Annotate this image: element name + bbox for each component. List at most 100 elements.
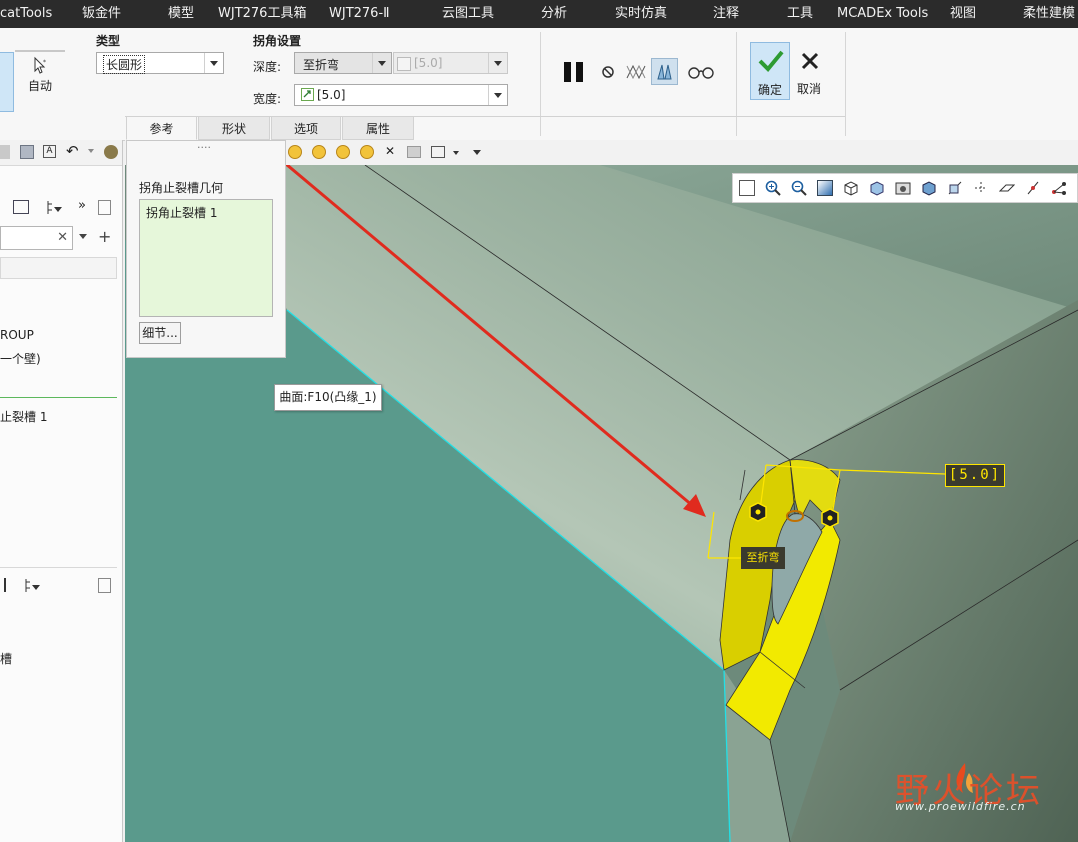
columns-icon[interactable] <box>13 200 29 214</box>
auto-label[interactable]: 自动 <box>28 77 52 94</box>
tab-shape[interactable]: 形状 <box>198 116 270 140</box>
width-value: [5.0] <box>317 88 346 102</box>
cross-links-icon[interactable]: ✕ <box>385 144 395 158</box>
depth-select[interactable]: 至折弯 <box>294 52 392 74</box>
add-icon[interactable]: + <box>98 227 111 246</box>
expand-more-icon[interactable]: » <box>78 198 86 213</box>
menu-wjt276-toolbox[interactable]: WJT276工具箱 <box>218 0 306 28</box>
separator <box>845 32 846 136</box>
menu-bar: catTools 钣金件 模型 WJT276工具箱 WJT276-Ⅱ 云图工具 … <box>0 0 1078 28</box>
save-icon[interactable] <box>20 145 34 159</box>
chevron-down-icon[interactable] <box>204 53 223 73</box>
columns-icon[interactable] <box>0 578 6 592</box>
cursor-icon[interactable]: * <box>30 56 50 76</box>
tree-item-wall[interactable]: 一个壁) <box>0 350 41 367</box>
separator <box>540 32 541 136</box>
checkmark-icon <box>758 50 784 72</box>
separator <box>736 32 737 136</box>
datum-display-icon[interactable] <box>973 180 989 196</box>
menu-annotation[interactable]: 注释 <box>713 0 739 28</box>
panel-drag-handle[interactable]: ···· <box>197 141 211 154</box>
insert-here-line[interactable] <box>0 397 117 398</box>
menu-realtime-sim[interactable]: 实时仿真 <box>615 0 667 28</box>
status-smiley-icon[interactable] <box>288 145 302 159</box>
depth-dimension-tag[interactable]: 至折弯 <box>741 547 785 569</box>
menu-cattools[interactable]: catTools <box>0 0 52 28</box>
depth-dimension-value: [5.0] <box>414 56 443 70</box>
menu-mcadex-tools[interactable]: MCADEx Tools <box>837 0 928 28</box>
menu-flexible-modeling[interactable]: 柔性建模 <box>1023 0 1075 28</box>
tab-references[interactable]: 参考 <box>126 116 197 140</box>
clear-icon[interactable]: ✕ <box>57 230 68 245</box>
display-style-icon[interactable] <box>921 180 937 196</box>
undo-icon[interactable]: ↶ <box>66 142 79 160</box>
zoom-in-icon[interactable] <box>765 180 781 196</box>
open-icon[interactable] <box>0 145 10 159</box>
saved-views-icon[interactable] <box>869 180 885 196</box>
tree-search-input[interactable]: ✕ <box>0 226 73 250</box>
pause-icon[interactable] <box>562 60 586 84</box>
tab-options[interactable]: 选项 <box>271 116 341 140</box>
zoom-out-icon[interactable] <box>791 180 807 196</box>
menu-view[interactable]: 视图 <box>950 0 976 28</box>
camera-icon[interactable] <box>895 180 911 196</box>
width-label: 宽度: <box>253 92 282 106</box>
text-icon[interactable]: A <box>43 145 56 158</box>
tab-properties[interactable]: 属性 <box>342 116 414 140</box>
geometry-preview-icon[interactable] <box>651 58 678 85</box>
dimension-icon <box>301 88 314 101</box>
layer-filter-icon[interactable] <box>24 578 42 594</box>
section-icon[interactable] <box>947 180 963 196</box>
cancel-label: 取消 <box>797 82 822 96</box>
regenerate-icon[interactable] <box>104 145 118 159</box>
tree-item-slot[interactable]: 槽 <box>0 650 12 667</box>
model-tree-panel: A ↶ » ✕ + ROUP 一个壁) 止裂槽 1 槽 <box>0 140 123 842</box>
tree-filter-icon[interactable] <box>46 200 64 216</box>
chevron-down-icon[interactable] <box>488 85 507 105</box>
chevron-down-icon[interactable] <box>473 150 481 155</box>
menu-analysis[interactable]: 分析 <box>541 0 567 28</box>
axis-display-icon[interactable] <box>1025 180 1041 196</box>
corner-group-title: 拐角设置 <box>253 34 302 48</box>
menu-cloud-tools[interactable]: 云图工具 <box>442 0 494 28</box>
chevron-down-icon[interactable] <box>372 53 391 73</box>
status-smiley-icon[interactable] <box>336 145 350 159</box>
surface-tooltip: 曲面:F10(凸缘_1) <box>274 384 382 411</box>
width-field[interactable]: [5.0] <box>294 84 508 106</box>
type-select[interactable]: 长圆形 <box>96 52 224 74</box>
view-cube-icon[interactable] <box>843 180 859 196</box>
view-toolbar <box>732 173 1078 203</box>
chevron-down-icon[interactable] <box>88 149 94 153</box>
status-smiley-icon[interactable] <box>312 145 326 159</box>
repaint-icon[interactable] <box>407 146 421 158</box>
divider <box>15 50 65 52</box>
references-panel: ···· 拐角止裂槽几何 拐角止裂槽 1 细节... <box>126 140 286 358</box>
list-item[interactable]: 拐角止裂槽 1 <box>146 204 217 221</box>
verify-glasses-icon[interactable] <box>687 64 715 80</box>
cancel-button[interactable]: 取消 <box>794 42 826 100</box>
width-dimension-tag[interactable]: [5.0] <box>945 464 1005 487</box>
type-group-title: 类型 <box>96 34 121 48</box>
details-button[interactable]: 细节... <box>139 322 181 344</box>
menu-tools[interactable]: 工具 <box>787 0 813 28</box>
chevron-down-icon[interactable] <box>79 234 87 239</box>
menu-sheetmetal[interactable]: 钣金件 <box>82 0 121 28</box>
relief-geometry-list[interactable]: 拐角止裂槽 1 <box>139 199 273 317</box>
chevron-down-icon[interactable] <box>453 151 459 155</box>
tree-item-group[interactable]: ROUP <box>0 328 34 342</box>
repaint-icon[interactable] <box>817 180 833 196</box>
plane-display-icon[interactable] <box>998 180 1016 196</box>
selected-tile[interactable] <box>0 52 14 112</box>
refit-icon[interactable] <box>739 180 755 196</box>
menu-model[interactable]: 模型 <box>168 0 194 28</box>
settings-sheet-icon[interactable] <box>98 578 111 593</box>
point-display-icon[interactable] <box>1051 180 1067 196</box>
confirm-button[interactable]: 确定 <box>750 42 790 100</box>
status-smiley-icon[interactable] <box>360 145 374 159</box>
tree-item-corner-relief[interactable]: 止裂槽 1 <box>0 408 47 425</box>
settings-sheet-icon[interactable] <box>98 200 111 215</box>
menu-wjt276-ii[interactable]: WJT276-Ⅱ <box>329 0 390 28</box>
no-preview-icon[interactable] <box>601 65 615 79</box>
mesh-preview-icon[interactable] <box>625 62 647 82</box>
display-style-icon[interactable] <box>431 146 445 158</box>
